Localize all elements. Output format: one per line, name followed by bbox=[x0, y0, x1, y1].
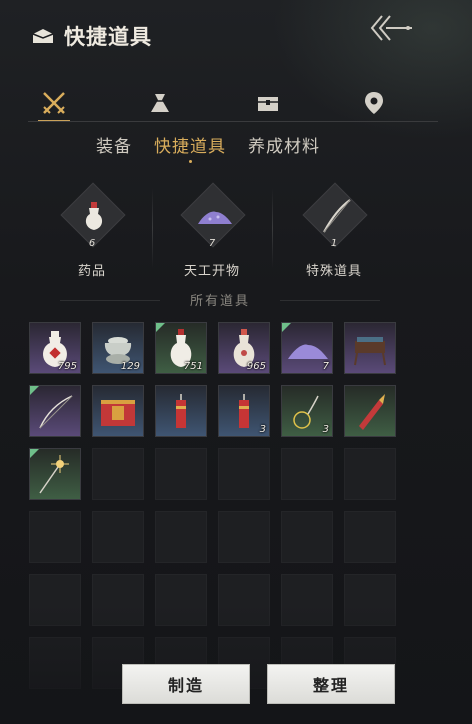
empty-slot[interactable] bbox=[218, 448, 270, 500]
item-slot[interactable]: 3 bbox=[218, 385, 270, 437]
tab-location[interactable] bbox=[354, 86, 394, 120]
category-count: 6 bbox=[88, 238, 96, 249]
item-quantity: 3 bbox=[322, 424, 329, 435]
empty-slot[interactable] bbox=[344, 448, 396, 500]
tab-chest[interactable] bbox=[248, 86, 288, 120]
category-name: 药品 bbox=[77, 264, 106, 279]
crossed-swords-icon bbox=[43, 92, 65, 114]
empty-slot[interactable] bbox=[92, 511, 144, 563]
chest-icon bbox=[258, 97, 278, 111]
item-slot[interactable] bbox=[344, 385, 396, 437]
tab-pouch[interactable] bbox=[140, 86, 180, 120]
subtab-materials[interactable]: 养成材料 bbox=[248, 132, 320, 157]
empty-slot[interactable] bbox=[281, 511, 333, 563]
category-crafting[interactable]: 7 天工开物 bbox=[152, 180, 272, 280]
empty-slot[interactable] bbox=[92, 448, 144, 500]
empty-slot[interactable] bbox=[281, 448, 333, 500]
item-slot[interactable]: 965 bbox=[218, 322, 270, 374]
empty-slot[interactable] bbox=[155, 511, 207, 563]
item-slot[interactable]: 795 bbox=[29, 322, 81, 374]
item-quantity: 795 bbox=[57, 361, 77, 372]
item-quantity: 3 bbox=[259, 424, 266, 435]
medicine-vase-icon bbox=[85, 202, 103, 230]
item-slot[interactable] bbox=[92, 385, 144, 437]
powder-pile-icon bbox=[198, 211, 232, 224]
sort-button[interactable]: 整理 bbox=[267, 664, 395, 704]
item-slot[interactable]: 129 bbox=[92, 322, 144, 374]
section-divider-right bbox=[280, 300, 380, 301]
item-slot[interactable]: 7 bbox=[281, 322, 333, 374]
new-item-marker bbox=[156, 323, 165, 332]
item-categories: 6 药品 7 天工开物 1 特殊道具 bbox=[28, 180, 440, 280]
category-count: 7 bbox=[208, 238, 216, 249]
pouch-icon bbox=[151, 94, 169, 112]
item-quantity: 965 bbox=[246, 361, 266, 372]
bow-icon bbox=[323, 199, 351, 233]
page-title: 快捷道具 bbox=[64, 25, 152, 49]
back-arrow-icon[interactable] bbox=[368, 12, 416, 44]
item-slot[interactable]: 751 bbox=[155, 322, 207, 374]
tab-divider bbox=[28, 121, 438, 122]
new-item-marker bbox=[282, 323, 291, 332]
new-item-marker bbox=[30, 386, 39, 395]
subtab-bar: 装备 快捷道具 养成材料 bbox=[96, 132, 320, 163]
inventory-panel: 快捷道具 装备 快捷道具 养成材料 6 药品 7 天工开物 1 特殊道具 所有道… bbox=[0, 0, 472, 724]
category-name: 特殊道具 bbox=[305, 264, 362, 279]
empty-slot[interactable] bbox=[155, 448, 207, 500]
incense-burner-icon bbox=[354, 337, 386, 366]
category-separator bbox=[272, 188, 273, 268]
empty-slot[interactable] bbox=[344, 511, 396, 563]
item-slot[interactable] bbox=[344, 322, 396, 374]
category-medicine[interactable]: 6 药品 bbox=[32, 180, 152, 280]
item-slot[interactable] bbox=[155, 385, 207, 437]
rocket-icon bbox=[359, 394, 385, 430]
gift-box-icon bbox=[101, 400, 135, 426]
item-slot[interactable] bbox=[29, 448, 81, 500]
category-tab-bar bbox=[28, 86, 438, 122]
location-pin-icon bbox=[365, 92, 383, 114]
item-slot[interactable]: 3 bbox=[281, 385, 333, 437]
subtab-quick-items[interactable]: 快捷道具 bbox=[154, 132, 226, 163]
category-name: 天工开物 bbox=[183, 264, 240, 279]
item-quantity: 751 bbox=[183, 361, 203, 372]
category-count: 1 bbox=[330, 238, 338, 249]
empty-slot[interactable] bbox=[29, 511, 81, 563]
item-quantity: 129 bbox=[120, 361, 140, 372]
new-item-marker bbox=[30, 449, 39, 458]
header: 快捷道具 bbox=[30, 18, 152, 54]
firecracker-icon bbox=[176, 394, 186, 428]
bag-icon bbox=[32, 29, 54, 43]
item-quantity: 7 bbox=[322, 361, 329, 372]
subtab-equipment[interactable]: 装备 bbox=[96, 132, 132, 157]
tab-equipment[interactable] bbox=[34, 86, 74, 122]
item-slot[interactable] bbox=[29, 385, 81, 437]
craft-button[interactable]: 制造 bbox=[122, 664, 250, 704]
category-special[interactable]: 1 特殊道具 bbox=[274, 180, 394, 280]
empty-slot[interactable] bbox=[218, 511, 270, 563]
